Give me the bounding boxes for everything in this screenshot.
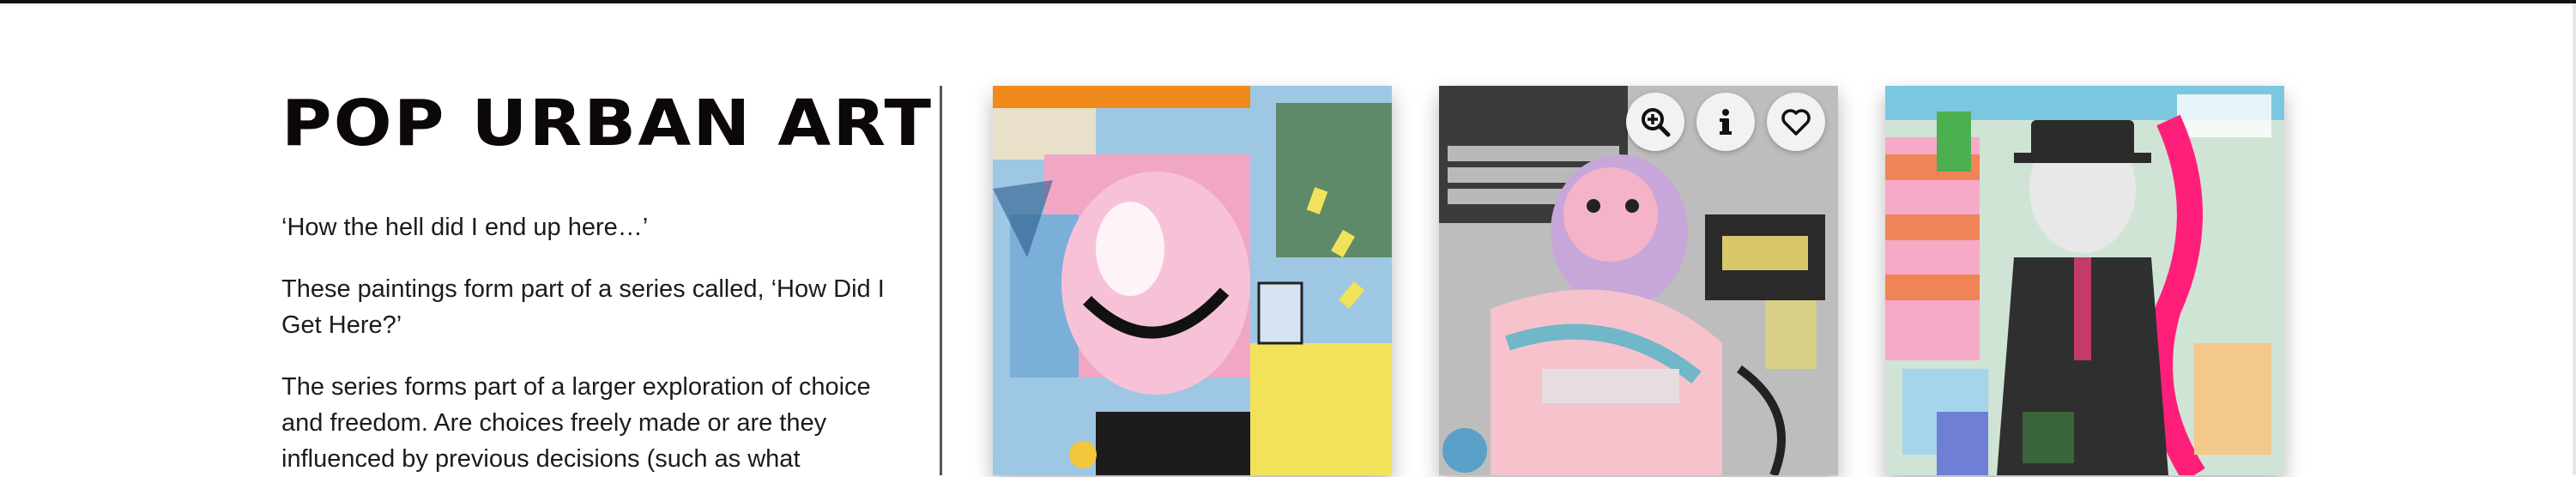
zoom-in-button[interactable] bbox=[1626, 93, 1684, 151]
series-line-2: Get Here?’ bbox=[281, 311, 402, 339]
exploration-line-1: The series forms part of a larger explor… bbox=[281, 373, 871, 401]
collection-intro: POP URBAN ART ‘How the hell did I end up… bbox=[281, 86, 931, 477]
scrollbar[interactable] bbox=[2573, 3, 2576, 475]
series-paragraph: These paintings form part of a series ca… bbox=[281, 271, 916, 343]
exploration-line-2: and freedom. Are choices freely made or … bbox=[281, 409, 827, 437]
zoom-in-icon bbox=[1642, 108, 1671, 137]
artwork-card-1[interactable] bbox=[993, 86, 1392, 475]
intro-quote-text: ‘How the hell did I end up here…’ bbox=[281, 214, 649, 241]
artwork-card-3[interactable] bbox=[1885, 86, 2284, 475]
section-divider bbox=[940, 86, 942, 475]
exploration-paragraph: The series forms part of a larger explor… bbox=[281, 369, 916, 477]
window-top-border bbox=[0, 0, 2576, 3]
intro-quote: ‘How the hell did I end up here…’ bbox=[281, 209, 916, 245]
heart-icon bbox=[1781, 109, 1811, 136]
artwork-toolbar bbox=[1626, 93, 1825, 151]
info-button[interactable] bbox=[1696, 93, 1755, 151]
artwork-image-1 bbox=[993, 86, 1392, 475]
artwork-image-3 bbox=[1885, 86, 2284, 475]
info-icon bbox=[1720, 109, 1732, 135]
exploration-line-3: influenced by previous decisions (such a… bbox=[281, 445, 801, 473]
page-title: POP URBAN ART bbox=[281, 87, 934, 160]
series-line-1: These paintings form part of a series ca… bbox=[281, 275, 885, 303]
favorite-button[interactable] bbox=[1767, 93, 1825, 151]
